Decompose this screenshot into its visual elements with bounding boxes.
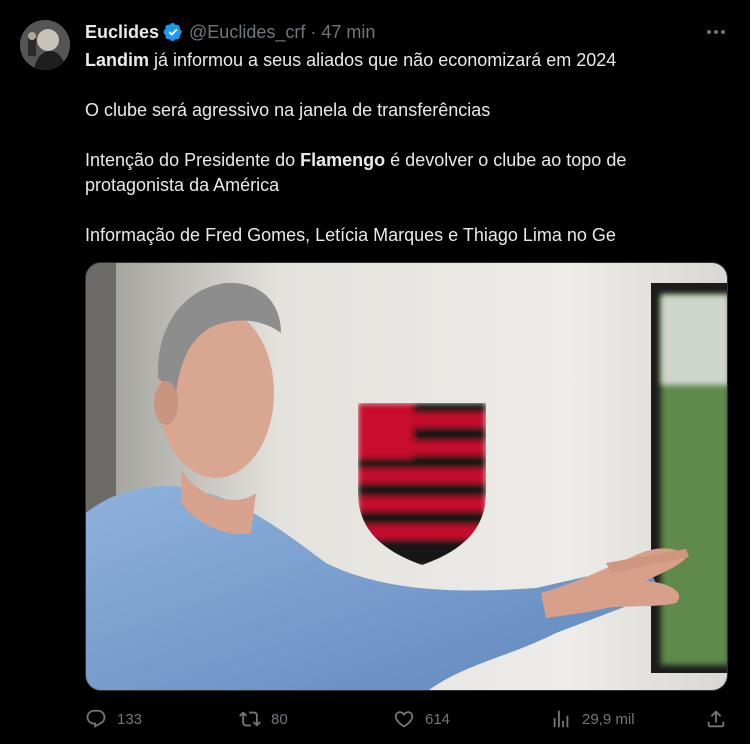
photo-image (86, 263, 727, 690)
author-name[interactable]: Euclides (85, 22, 159, 43)
tweet-header: Euclides @Euclides_crf · 47 min (85, 20, 375, 44)
tweet-paragraph-2: O clube será agressivo na janela de tran… (85, 100, 491, 120)
more-options-icon[interactable] (704, 22, 728, 42)
paragraph-3-pre: Intenção do Presidente do (85, 150, 301, 170)
tweet-card: Euclides @Euclides_crf · 47 min Landim j… (0, 0, 750, 744)
views-chart-icon (550, 708, 572, 730)
avatar-image (20, 20, 70, 70)
tweet-paragraph-4: Informação de Fred Gomes, Letícia Marque… (85, 225, 616, 245)
tweet-time[interactable]: 47 min (321, 22, 375, 43)
heart-icon (393, 708, 415, 730)
tweet-text: Landim já informou a seus aliados que nã… (85, 48, 725, 273)
retweet-count: 80 (271, 710, 288, 728)
reply-count: 133 (117, 710, 143, 728)
verified-badge-icon (163, 22, 183, 42)
reply-button[interactable]: 133 (85, 704, 142, 734)
bold-name-flamengo: Flamengo (300, 150, 386, 170)
author-handle[interactable]: @Euclides_crf (189, 22, 305, 43)
bold-name-landim: Landim (85, 50, 150, 70)
views-button[interactable]: 29,9 mil (550, 704, 635, 734)
retweet-button[interactable]: 80 (239, 704, 288, 734)
tweet-paragraph-3: Intenção do Presidente do Flamengo é dev… (85, 148, 725, 198)
views-count: 29,9 mil (582, 710, 635, 728)
like-button[interactable]: 614 (393, 704, 450, 734)
tweet-photo[interactable] (85, 262, 728, 691)
share-icon (705, 708, 727, 730)
like-count: 614 (425, 710, 451, 728)
avatar[interactable] (20, 20, 70, 70)
tweet-paragraph-1: Landim já informou a seus aliados que nã… (85, 48, 725, 73)
action-bar: 133 80 614 29,9 mil (85, 704, 730, 734)
share-button[interactable] (705, 704, 727, 734)
retweet-icon (239, 708, 261, 730)
separator-dot: · (310, 21, 317, 42)
reply-icon (85, 708, 107, 730)
paragraph-1-text: já informou a seus aliados que não econo… (149, 50, 617, 70)
